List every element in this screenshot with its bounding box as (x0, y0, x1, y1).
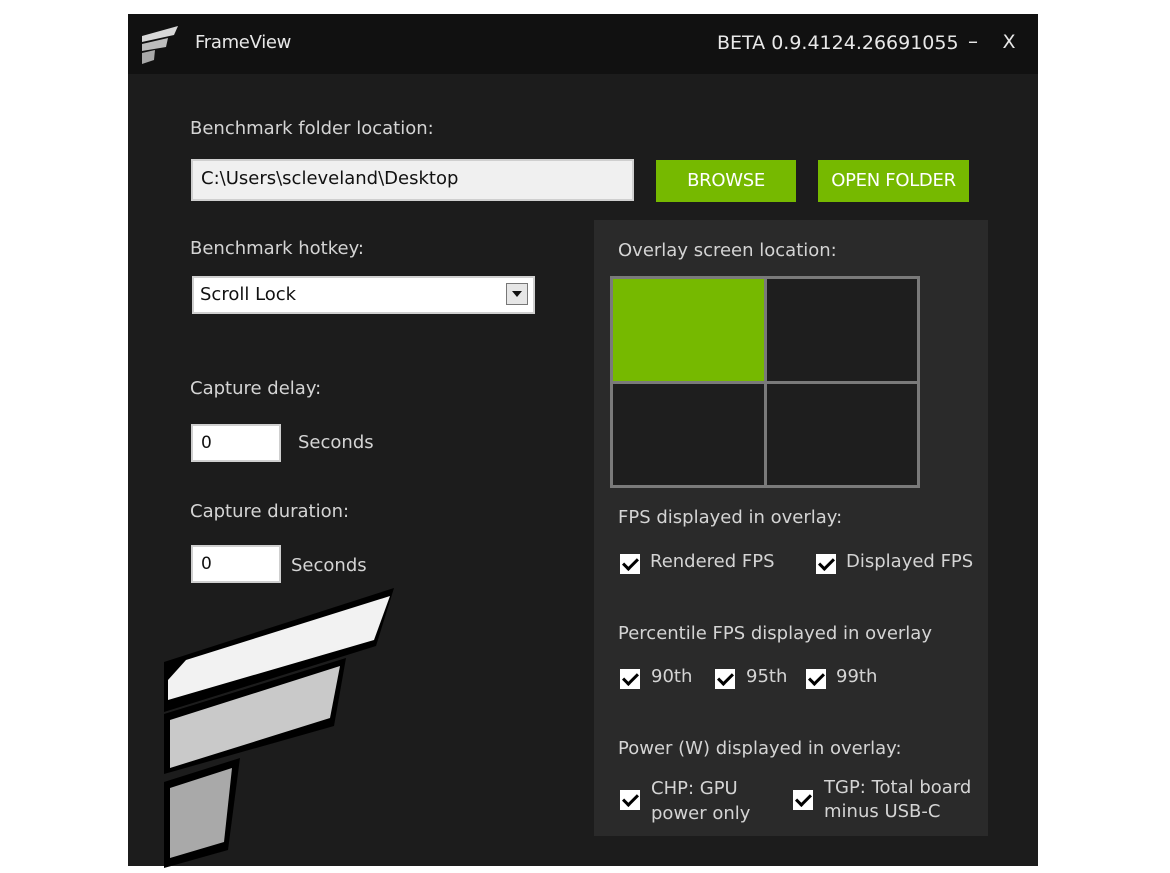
percentile-95th-checkbox[interactable] (715, 669, 735, 689)
percentile-90th-checkbox[interactable] (620, 669, 640, 689)
percentile-95th-label: 95th (746, 666, 788, 687)
chevron-down-icon[interactable] (506, 283, 528, 305)
rendered-fps-checkbox[interactable] (620, 554, 640, 574)
overlay-position-top-left[interactable] (613, 279, 764, 381)
hotkey-selected-value: Scroll Lock (200, 284, 297, 305)
displayed-fps-label: Displayed FPS (846, 551, 974, 572)
frameview-logo-icon (142, 26, 178, 64)
capture-duration-unit: Seconds (291, 555, 367, 576)
frameview-window: FrameView BETA 0.9.4124.26691055 – X Ben… (128, 14, 1038, 868)
power-overlay-label: Power (W) displayed in overlay: (618, 738, 902, 759)
overlay-location-grid (610, 276, 920, 488)
benchmark-hotkey-label: Benchmark hotkey: (190, 238, 364, 259)
chp-gpu-power-label-line2: power only (651, 803, 751, 824)
title-bar[interactable]: FrameView BETA 0.9.4124.26691055 – X (128, 14, 1038, 74)
tgp-total-board-label-line2: minus USB-C (824, 801, 941, 822)
capture-delay-input[interactable]: 0 (191, 424, 281, 462)
capture-delay-unit: Seconds (298, 432, 374, 453)
percentile-90th-label: 90th (651, 666, 693, 687)
benchmark-folder-input[interactable]: C:\Users\scleveland\Desktop (191, 159, 634, 201)
displayed-fps-checkbox[interactable] (816, 554, 836, 574)
version-label: BETA 0.9.4124.26691055 (717, 32, 959, 54)
overlay-position-bottom-left[interactable] (613, 383, 764, 485)
overlay-position-bottom-right[interactable] (766, 383, 917, 485)
minimize-button[interactable]: – (962, 29, 984, 53)
frameview-large-logo-icon (164, 588, 394, 868)
open-folder-button[interactable]: OPEN FOLDER (818, 160, 969, 202)
benchmark-hotkey-select[interactable]: Scroll Lock (192, 276, 535, 314)
capture-duration-input[interactable]: 0 (191, 545, 281, 583)
overlay-settings-panel: Overlay screen location: FPS displayed i… (594, 220, 988, 836)
overlay-position-top-right[interactable] (766, 279, 917, 381)
rendered-fps-label: Rendered FPS (650, 551, 775, 572)
overlay-location-label: Overlay screen location: (618, 240, 837, 261)
capture-delay-label: Capture delay: (190, 378, 322, 399)
tgp-total-board-checkbox[interactable] (793, 790, 813, 810)
close-button[interactable]: X (998, 31, 1020, 53)
tgp-total-board-label-line1: TGP: Total board (824, 777, 972, 798)
percentile-99th-label: 99th (836, 666, 878, 687)
app-title: FrameView (195, 32, 292, 53)
chp-gpu-power-label-line1: CHP: GPU (651, 778, 738, 799)
percentile-99th-checkbox[interactable] (806, 669, 826, 689)
fps-overlay-label: FPS displayed in overlay: (618, 507, 843, 528)
chp-gpu-power-checkbox[interactable] (620, 790, 640, 810)
capture-duration-label: Capture duration: (190, 501, 350, 522)
browse-button[interactable]: BROWSE (656, 160, 796, 202)
percentile-overlay-label: Percentile FPS displayed in overlay (618, 623, 932, 644)
benchmark-folder-label: Benchmark folder location: (190, 118, 434, 139)
